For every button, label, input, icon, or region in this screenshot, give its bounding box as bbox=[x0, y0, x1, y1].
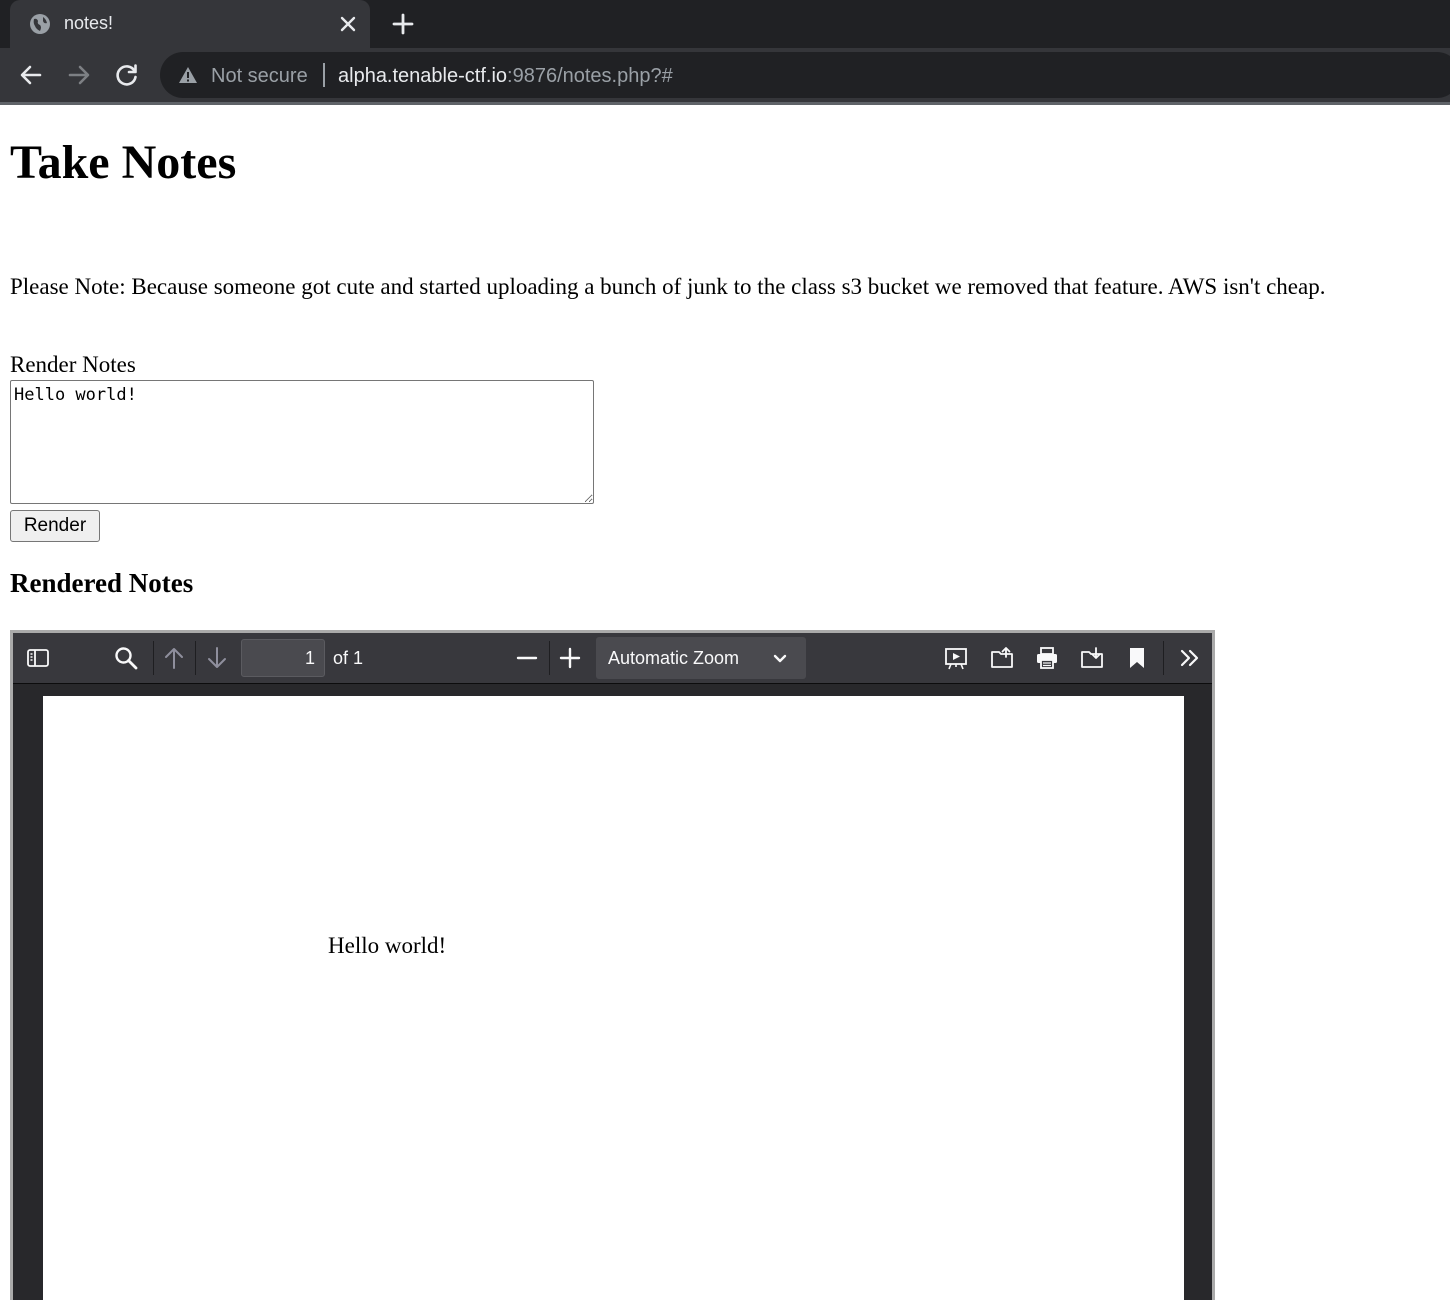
toolbar-separator bbox=[1163, 641, 1164, 675]
globe-icon bbox=[30, 14, 50, 34]
zoom-select[interactable]: Automatic Zoom bbox=[596, 637, 806, 679]
page-number-input[interactable] bbox=[241, 639, 325, 677]
browser-tab[interactable]: notes! bbox=[10, 0, 370, 48]
rendered-notes-heading: Rendered Notes bbox=[10, 568, 194, 598]
page-title: Take Notes bbox=[10, 136, 237, 189]
download-icon[interactable] bbox=[1079, 645, 1105, 671]
page-count-label: of 1 bbox=[333, 648, 364, 668]
sidebar-toggle-icon[interactable] bbox=[25, 645, 51, 671]
zoom-value: Automatic Zoom bbox=[608, 648, 740, 668]
bookmark-icon[interactable] bbox=[1124, 645, 1150, 671]
previous-page-icon[interactable] bbox=[161, 645, 187, 671]
close-icon[interactable] bbox=[336, 12, 360, 36]
chevron-down-icon bbox=[773, 654, 787, 663]
zoom-out-icon[interactable] bbox=[514, 645, 540, 671]
url-text[interactable]: alpha.tenable-ctf.io:9876/notes.php?# bbox=[338, 65, 673, 88]
url-path: :9876/notes.php?# bbox=[507, 65, 673, 87]
address-bar[interactable]: Not secure alpha.tenable-ctf.io:9876/not… bbox=[160, 52, 1450, 98]
presentation-mode-icon[interactable] bbox=[943, 645, 969, 671]
security-status-label[interactable]: Not secure bbox=[211, 65, 308, 88]
pdf-viewer: of 1 Automatic Zoom bbox=[10, 630, 1215, 1300]
open-file-icon[interactable] bbox=[989, 645, 1015, 671]
tab-strip: notes! bbox=[0, 0, 1450, 48]
browser-toolbar: Not secure alpha.tenable-ctf.io:9876/not… bbox=[0, 48, 1450, 102]
render-notes-label: Render Notes bbox=[10, 352, 136, 377]
render-button[interactable]: Render bbox=[10, 510, 100, 542]
notes-textarea[interactable]: Hello world! bbox=[10, 380, 594, 504]
warning-icon[interactable] bbox=[178, 66, 198, 84]
tab-title: notes! bbox=[64, 13, 114, 33]
plus-icon[interactable] bbox=[390, 11, 416, 37]
forward-arrow-icon[interactable] bbox=[66, 62, 92, 88]
pdf-page-text: Hello world! bbox=[328, 933, 447, 958]
address-divider bbox=[323, 63, 325, 87]
toolbar-separator bbox=[153, 641, 154, 675]
tools-menu-icon[interactable] bbox=[1177, 645, 1203, 671]
toolbar-separator bbox=[549, 641, 550, 675]
toolbar-separator bbox=[195, 641, 196, 675]
back-arrow-icon[interactable] bbox=[18, 62, 44, 88]
next-page-icon[interactable] bbox=[204, 645, 230, 671]
pdf-toolbar: of 1 Automatic Zoom bbox=[13, 633, 1212, 684]
print-icon[interactable] bbox=[1034, 645, 1060, 671]
url-host: alpha.tenable-ctf.io bbox=[338, 65, 508, 87]
notice-text: Please Note: Because someone got cute an… bbox=[10, 274, 1326, 299]
toolbar-divider bbox=[0, 102, 1450, 105]
pdf-page: Hello world! bbox=[43, 696, 1184, 1300]
search-icon[interactable] bbox=[113, 645, 139, 671]
zoom-in-icon[interactable] bbox=[557, 645, 583, 671]
reload-icon[interactable] bbox=[114, 62, 140, 88]
